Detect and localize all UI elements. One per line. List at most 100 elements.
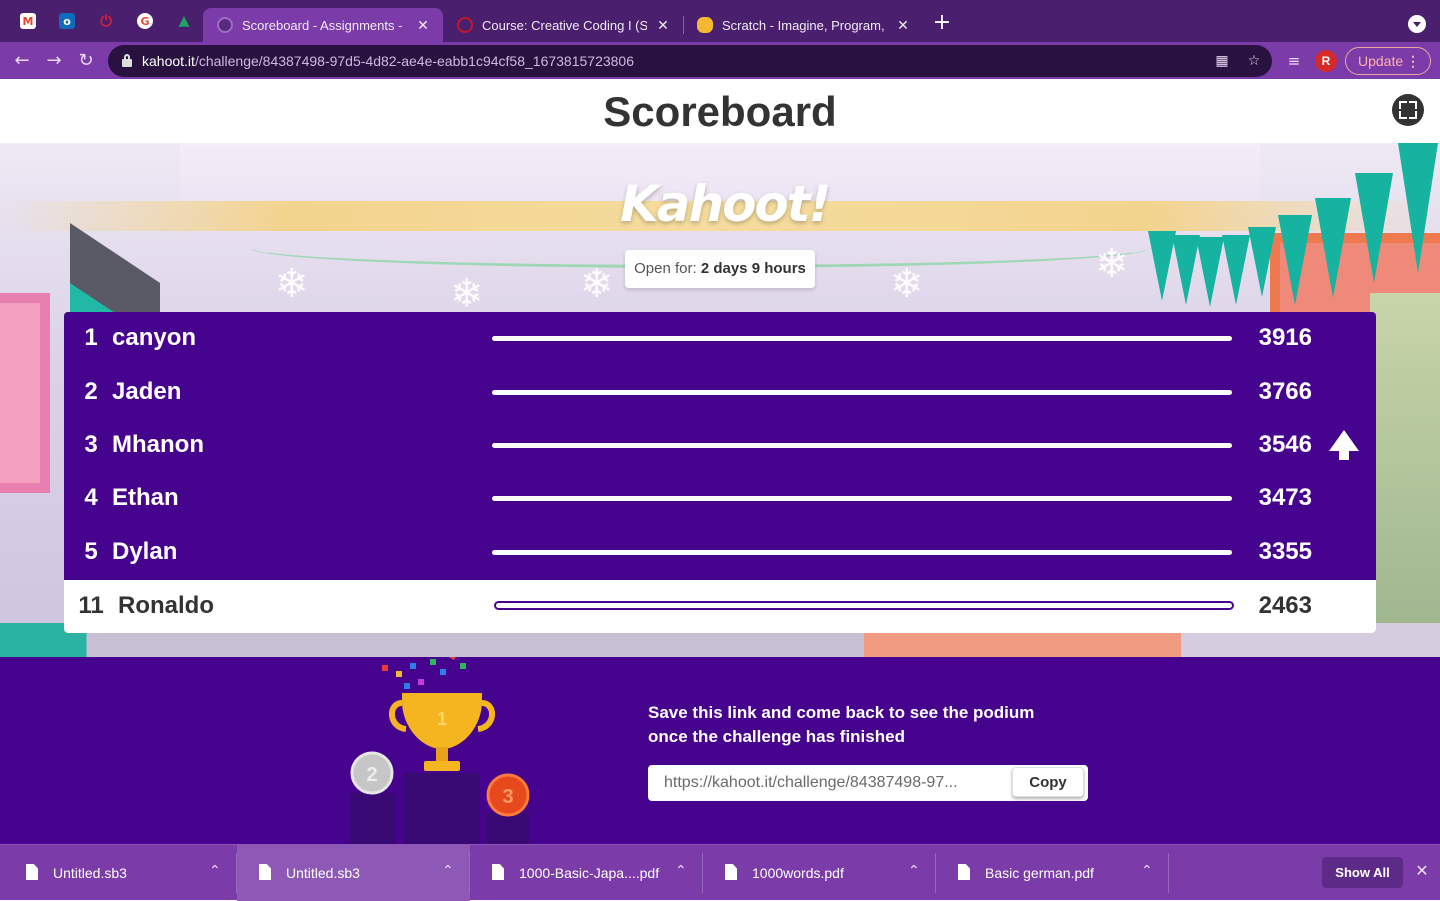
update-button[interactable]: Update ⋮ <box>1345 47 1431 75</box>
fullscreen-toggle-icon[interactable] <box>1392 94 1424 126</box>
tab-title: Course: Creative Coding I (Sec <box>482 17 647 33</box>
download-filename: Basic german.pdf <box>985 865 1094 881</box>
save-link-message: Save this link and come back to see the … <box>648 701 1108 749</box>
scratch-favicon-icon <box>697 17 713 33</box>
download-item[interactable]: Untitled.sb3 ⌃ <box>237 845 470 901</box>
download-item[interactable]: 1000words.pdf ⌃ <box>703 845 936 901</box>
leaderboard-row: 3 Mhanon 3546 <box>64 419 1376 472</box>
leaderboard-row: 4 Ethan 3473 <box>64 472 1376 525</box>
lock-icon[interactable] <box>122 54 132 67</box>
row-rank: 5 <box>84 538 98 565</box>
bunting-flags <box>1140 143 1440 307</box>
podium-section: 1 2 3 Save this link and come back to se… <box>0 657 1440 844</box>
gmail-icon: M <box>20 13 36 29</box>
page-header: Scoreboard <box>0 79 1440 143</box>
pinned-tab-google[interactable]: G <box>132 8 158 34</box>
show-all-downloads-button[interactable]: Show All <box>1322 857 1403 888</box>
open-for-label: Open for: <box>634 260 697 277</box>
tree-decoration <box>1370 293 1440 653</box>
score-bar-fill <box>492 390 1232 395</box>
reload-icon[interactable]: ↻ <box>74 49 98 73</box>
download-filename: Untitled.sb3 <box>53 865 127 881</box>
qr-code-icon[interactable]: ▦ <box>1214 53 1230 69</box>
picture-frame-left <box>0 293 50 493</box>
close-tab-icon[interactable]: ✕ <box>655 17 671 34</box>
row-score: 3355 <box>1258 538 1312 565</box>
forward-arrow-icon[interactable]: → <box>42 49 66 73</box>
media-queue-icon[interactable]: ≡ <box>1282 49 1306 73</box>
file-icon <box>26 864 38 880</box>
pdf-file-icon <box>958 864 970 880</box>
row-rank: 2 <box>84 378 98 405</box>
pdf-file-icon <box>725 864 737 880</box>
score-bar-track <box>492 443 1232 449</box>
browser-toolbar: ← → ↻ kahoot.it/challenge/84387498-97d5-… <box>0 42 1440 79</box>
row-score: 3766 <box>1258 378 1312 405</box>
download-item[interactable]: Untitled.sb3 ⌃ <box>4 845 237 901</box>
leaderboard-row: 1 canyon 3916 <box>64 312 1376 365</box>
address-bar[interactable]: kahoot.it/challenge/84387498-97d5-4d82-a… <box>108 45 1272 77</box>
download-shelf: Untitled.sb3 ⌃ Untitled.sb3 ⌃ 1000-Basic… <box>0 844 1440 901</box>
score-bar-fill <box>492 496 1232 501</box>
row-rank: 11 <box>78 592 104 619</box>
back-arrow-icon[interactable]: ← <box>10 49 34 73</box>
row-player-name: Ronaldo <box>118 592 214 619</box>
score-bar-fill <box>492 336 1232 341</box>
row-player-name: canyon <box>112 324 197 351</box>
url-text[interactable]: kahoot.it/challenge/84387498-97d5-4d82-a… <box>142 53 634 69</box>
pinned-tab-gmail[interactable]: M <box>15 8 41 34</box>
kebab-menu-icon: ⋮ <box>1406 53 1420 69</box>
tab-search-chevron-icon[interactable] <box>1408 15 1426 33</box>
chevron-up-icon[interactable]: ⌃ <box>442 863 454 879</box>
tab-scratch[interactable]: Scratch - Imagine, Program, Sh ✕ <box>683 8 923 42</box>
file-icon <box>259 864 271 880</box>
chevron-up-icon[interactable]: ⌃ <box>908 863 920 879</box>
google-circle-icon: G <box>137 13 153 29</box>
pinned-tab-drive[interactable]: ▲ <box>171 8 197 34</box>
score-bar-track <box>492 496 1232 502</box>
new-tab-plus-icon[interactable]: + <box>930 12 954 36</box>
power-icon: ⏻ <box>100 12 112 30</box>
row-rank: 4 <box>84 484 98 511</box>
pinned-tab-power[interactable]: ⏻ <box>93 8 119 34</box>
drive-icon: ▲ <box>178 13 190 29</box>
tab-course[interactable]: Course: Creative Coding I (Sec ✕ <box>443 8 683 42</box>
download-item[interactable]: 1000-Basic-Japa....pdf ⌃ <box>470 845 703 901</box>
snowflake-icon: ❄ <box>580 261 614 307</box>
page-title: Scoreboard <box>603 88 837 135</box>
score-bar-fill <box>492 443 1232 448</box>
close-download-shelf-icon[interactable]: ✕ <box>1413 861 1431 881</box>
open-for-value: 2 days 9 hours <box>700 260 806 277</box>
power-favicon-icon <box>457 17 473 33</box>
save-link-message-line: Save this link and come back to see the … <box>648 703 1035 722</box>
download-item[interactable]: Basic german.pdf ⌃ <box>936 845 1169 901</box>
close-tab-icon[interactable]: ✕ <box>415 17 431 34</box>
update-label: Update <box>1358 53 1404 69</box>
chevron-up-icon[interactable]: ⌃ <box>1141 863 1153 879</box>
current-player-row: 11 Ronaldo 2463 <box>64 580 1376 633</box>
score-bar-fill <box>492 550 1232 555</box>
download-filename: Untitled.sb3 <box>286 865 360 881</box>
close-tab-icon[interactable]: ✕ <box>895 17 911 34</box>
bookmark-star-icon[interactable]: ☆ <box>1246 53 1262 69</box>
url-host: kahoot.it <box>142 53 195 69</box>
browser-tab-strip: M o ⏻ G ▲ Scoreboard - Assignments - Ka … <box>0 0 1440 42</box>
first-place-label: 1 <box>437 709 447 729</box>
row-score: 3916 <box>1258 324 1312 351</box>
copy-link-button[interactable]: Copy <box>1012 767 1084 797</box>
third-place-label: 3 <box>502 786 513 808</box>
chevron-up-icon[interactable]: ⌃ <box>209 863 221 879</box>
podium-trophy-illustration: 1 2 3 <box>350 657 530 844</box>
row-rank: 3 <box>84 431 98 458</box>
row-rank: 1 <box>84 324 98 351</box>
kahoot-favicon-icon <box>217 17 233 33</box>
profile-avatar[interactable]: R <box>1315 50 1337 72</box>
outlook-icon: o <box>59 13 75 29</box>
tab-scoreboard[interactable]: Scoreboard - Assignments - Ka ✕ <box>203 8 443 42</box>
challenge-link-field[interactable]: https://kahoot.it/challenge/84387498-97.… <box>648 765 1088 801</box>
snowflake-icon: ❄ <box>450 271 484 317</box>
pinned-tab-outlook[interactable]: o <box>54 8 80 34</box>
challenge-link-text[interactable]: https://kahoot.it/challenge/84387498-97.… <box>664 774 1004 792</box>
chevron-up-icon[interactable]: ⌃ <box>675 863 687 879</box>
url-path: /challenge/84387498-97d5-4d82-ae4e-eabb1… <box>194 53 634 69</box>
